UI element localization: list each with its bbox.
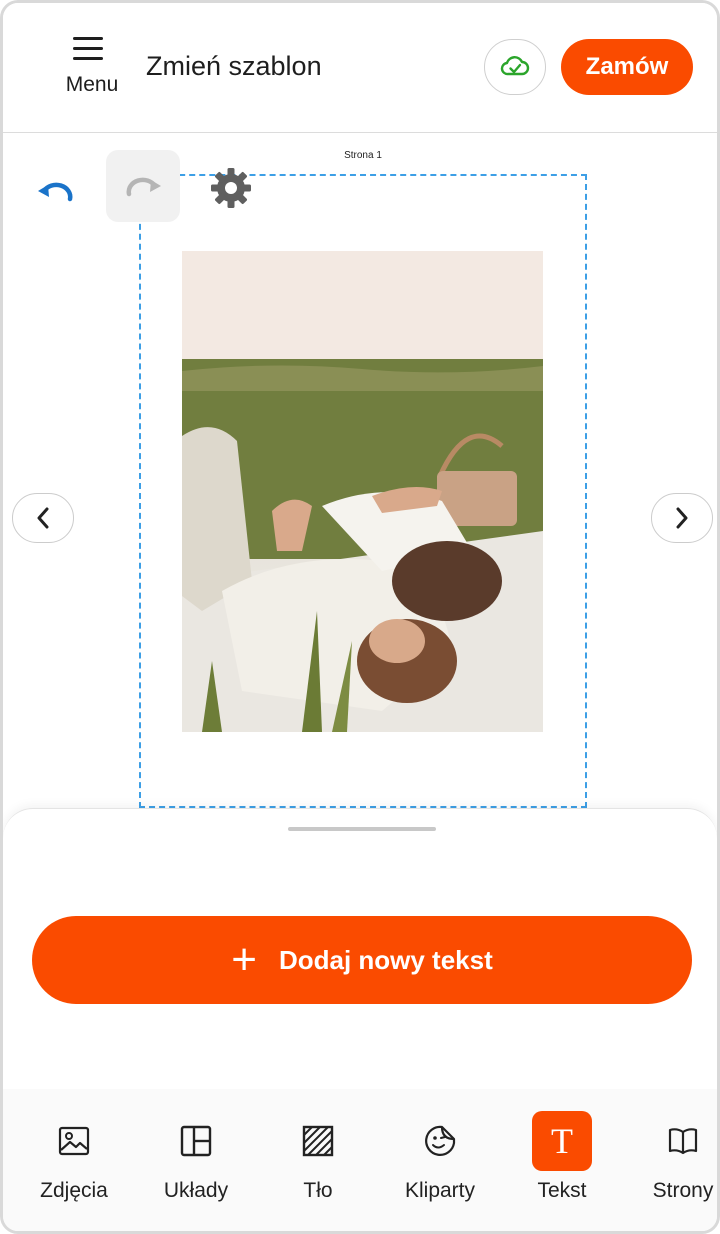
couple-photo-image: [182, 251, 543, 732]
change-template-link[interactable]: Zmień szablon: [146, 51, 322, 82]
tab-text-label: Tekst: [537, 1179, 587, 1202]
tab-layouts-label: Układy: [163, 1179, 229, 1202]
image-icon: [44, 1111, 104, 1171]
editor-canvas: Strona 1: [3, 134, 717, 824]
previous-page-button[interactable]: [12, 493, 74, 543]
tab-text[interactable]: T Tekst: [502, 1111, 622, 1211]
tab-pages-label: Strony: [652, 1179, 714, 1202]
app-frame: Menu Zmień szablon Zamów Strona 1 + Doda…: [0, 0, 720, 1234]
background-icon: [288, 1111, 348, 1171]
tab-cliparts-label: Kliparty: [404, 1179, 476, 1202]
add-new-text-button[interactable]: + Dodaj nowy tekst: [32, 916, 692, 1004]
settings-button[interactable]: [205, 162, 257, 214]
tab-photos-label: Zdjęcia: [40, 1179, 108, 1202]
menu-label: Menu: [65, 73, 119, 96]
sticker-icon: [410, 1111, 470, 1171]
hamburger-icon: [73, 35, 105, 63]
tab-background-label: Tło: [303, 1179, 333, 1202]
tab-photos[interactable]: Zdjęcia: [14, 1111, 134, 1211]
text-icon: T: [532, 1111, 592, 1171]
cloud-check-icon: [500, 56, 530, 76]
undo-button[interactable]: [27, 164, 85, 218]
add-new-text-label: Dodaj nowy tekst: [278, 944, 493, 975]
bottom-tab-bar: Zdjęcia Układy Tło Kliparty T Tekst Stro…: [3, 1089, 717, 1231]
plus-icon: +: [231, 935, 257, 984]
tab-cliparts[interactable]: Kliparty: [380, 1111, 500, 1211]
menu-button[interactable]: Menu: [59, 33, 125, 103]
undo-icon: [38, 182, 73, 202]
top-bar: Menu Zmień szablon Zamów: [3, 3, 717, 133]
order-button[interactable]: Zamów: [561, 39, 693, 95]
cloud-save-button[interactable]: [484, 39, 546, 95]
book-icon: [653, 1111, 713, 1171]
photo-placeholder[interactable]: [182, 251, 543, 732]
chevron-left-icon: [37, 507, 49, 529]
redo-icon: [126, 177, 161, 197]
sheet-drag-handle[interactable]: [288, 827, 436, 831]
gear-icon: [211, 168, 251, 208]
text-panel-sheet: + Dodaj nowy tekst: [3, 808, 717, 1093]
chevron-right-icon: [676, 507, 688, 529]
next-page-button[interactable]: [651, 493, 713, 543]
redo-button[interactable]: [106, 150, 180, 222]
tab-pages[interactable]: Strony: [623, 1111, 717, 1211]
page-label: Strona 1: [344, 150, 382, 161]
tab-layouts[interactable]: Układy: [136, 1111, 256, 1211]
layout-icon: [166, 1111, 226, 1171]
tab-background[interactable]: Tło: [258, 1111, 378, 1211]
